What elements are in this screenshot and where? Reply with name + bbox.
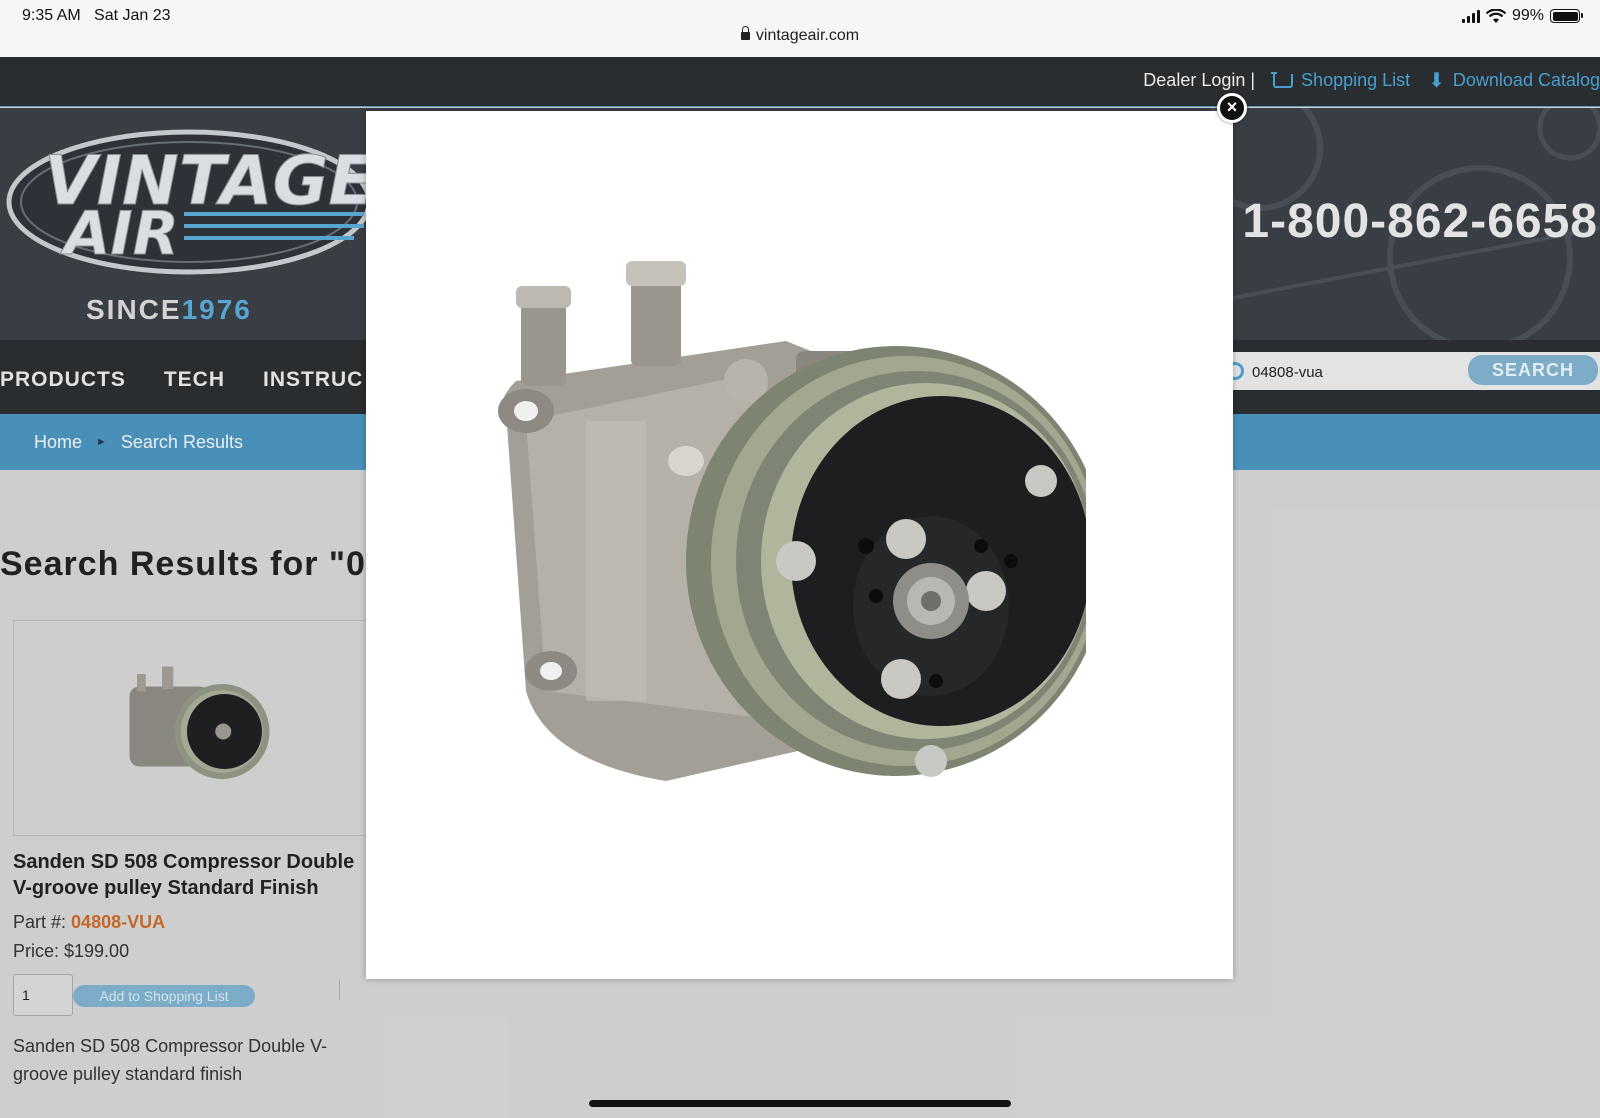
battery-percent: 99% (1511, 7, 1544, 24)
close-lightbox-button[interactable]: × (1217, 93, 1247, 123)
image-lightbox (366, 111, 1233, 979)
wifi-icon (1485, 8, 1506, 23)
lock-icon (740, 26, 750, 40)
address-bar[interactable]: vintageair.com (0, 26, 1600, 45)
status-indicators: 99% (1461, 7, 1583, 25)
home-indicator[interactable] (589, 1100, 1011, 1107)
signal-icon (1461, 9, 1480, 23)
compressor-product-image (498, 261, 1086, 781)
status-bar: 9:35 AM Sat Jan 23 99% vintageair.com (0, 0, 1600, 57)
battery-icon (1550, 9, 1583, 23)
status-time: 9:35 AM Sat Jan 23 (22, 7, 171, 24)
url-text: vintageair.com (755, 27, 860, 44)
